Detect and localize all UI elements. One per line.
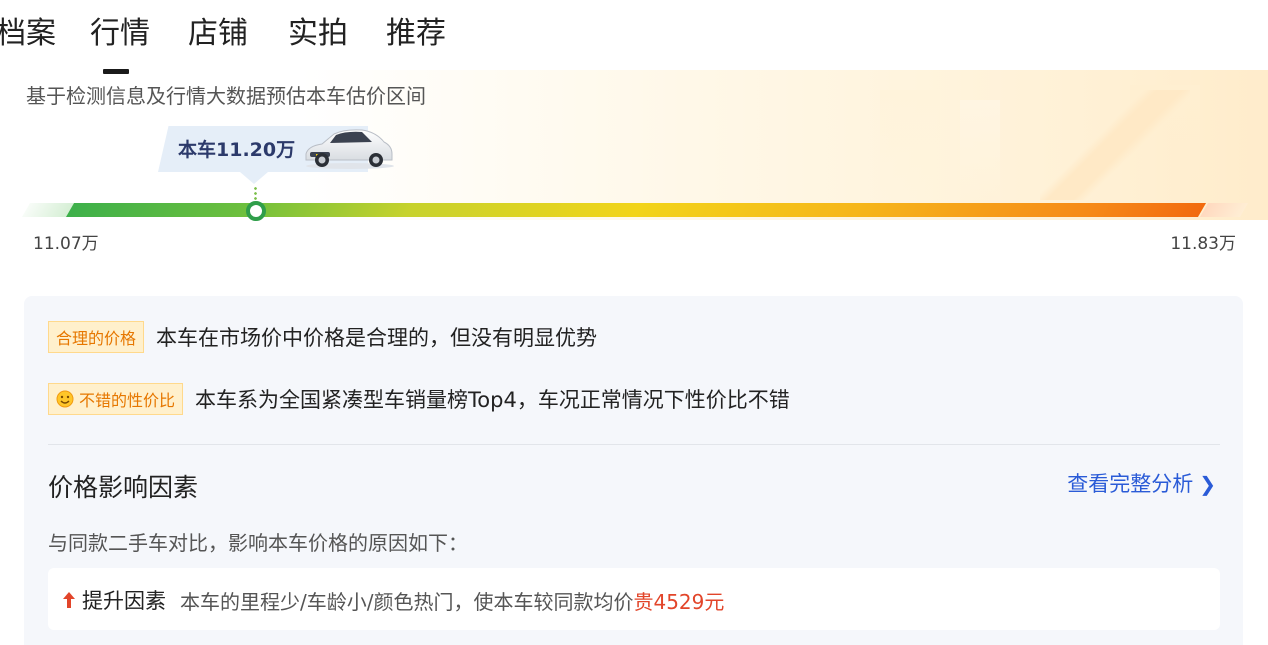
estimate-subtitle: 基于检测信息及行情大数据预估本车估价区间 <box>26 84 426 108</box>
factor-price-difference: 贵4529元 <box>633 589 725 614</box>
verdict-row-price: 合理的价格 本车在市场价中价格是合理的，但没有明显优势 <box>48 320 597 354</box>
page: 档案 行情 店铺 实拍 推荐 基于检测信息及行情大数据预估本车估价区间 本车11… <box>0 0 1268 645</box>
factor-line: 提升因素 本车的里程少/车龄小/颜色热门，使本车较同款均价 贵4529元 <box>62 585 724 615</box>
verdict-tag-label: 合理的价格 <box>56 329 137 348</box>
car-price-label: 本车11.20万 <box>178 139 296 161</box>
hero-decoration <box>960 100 1000 200</box>
verdict-text: 本车在市场价中价格是合理的，但没有明显优势 <box>156 326 598 350</box>
tab-dianpu[interactable]: 店铺 <box>188 14 248 54</box>
chevron-right-icon: ❯ <box>1199 472 1216 496</box>
factors-description: 与同款二手车对比，影响本车价格的原因如下： <box>48 531 468 555</box>
smile-icon <box>56 390 74 408</box>
factors-title: 价格影响因素 <box>48 473 199 502</box>
factor-card: 提升因素 本车的里程少/车龄小/颜色热门，使本车较同款均价 贵4529元 <box>48 568 1220 630</box>
range-min-label: 11.07万 <box>33 234 99 254</box>
view-full-analysis-link[interactable]: 查看完整分析 ❯ <box>1067 468 1216 498</box>
verdict-row-value: 不错的性价比 本车系为全国紧凑型车销量榜Top4，车况正常情况下性价比不错 <box>48 382 790 416</box>
hero-decoration <box>880 90 940 200</box>
price-bubble-tail <box>240 172 268 184</box>
divider <box>48 444 1220 445</box>
factor-description: 本车的里程少/车龄小/颜色热门，使本车较同款均价 <box>180 589 634 614</box>
range-bar-fade-right <box>1199 203 1249 217</box>
verdict-tag: 不错的性价比 <box>48 383 184 415</box>
tab-shipai[interactable]: 实拍 <box>288 14 348 54</box>
tab-hangqing[interactable]: 行情 <box>90 14 150 54</box>
car-icon <box>305 129 394 169</box>
hero-decoration <box>1040 90 1190 200</box>
verdict-tag-label: 不错的性价比 <box>79 391 176 410</box>
arrow-up-icon <box>63 592 75 608</box>
factor-label: 提升因素 <box>82 589 166 613</box>
marker-connector <box>254 186 257 202</box>
view-full-analysis-label: 查看完整分析 <box>1067 472 1194 496</box>
verdict-text: 本车系为全国紧凑型车销量榜Top4，车况正常情况下性价比不错 <box>195 388 790 412</box>
tab-dangan[interactable]: 档案 <box>0 14 56 54</box>
verdict-tag: 合理的价格 <box>48 321 145 353</box>
car-price-marker <box>246 201 266 221</box>
tab-tuijian[interactable]: 推荐 <box>386 14 446 54</box>
price-range-bar <box>65 203 1207 217</box>
range-max-label: 11.83万 <box>1170 234 1236 254</box>
active-tab-indicator <box>103 69 129 74</box>
